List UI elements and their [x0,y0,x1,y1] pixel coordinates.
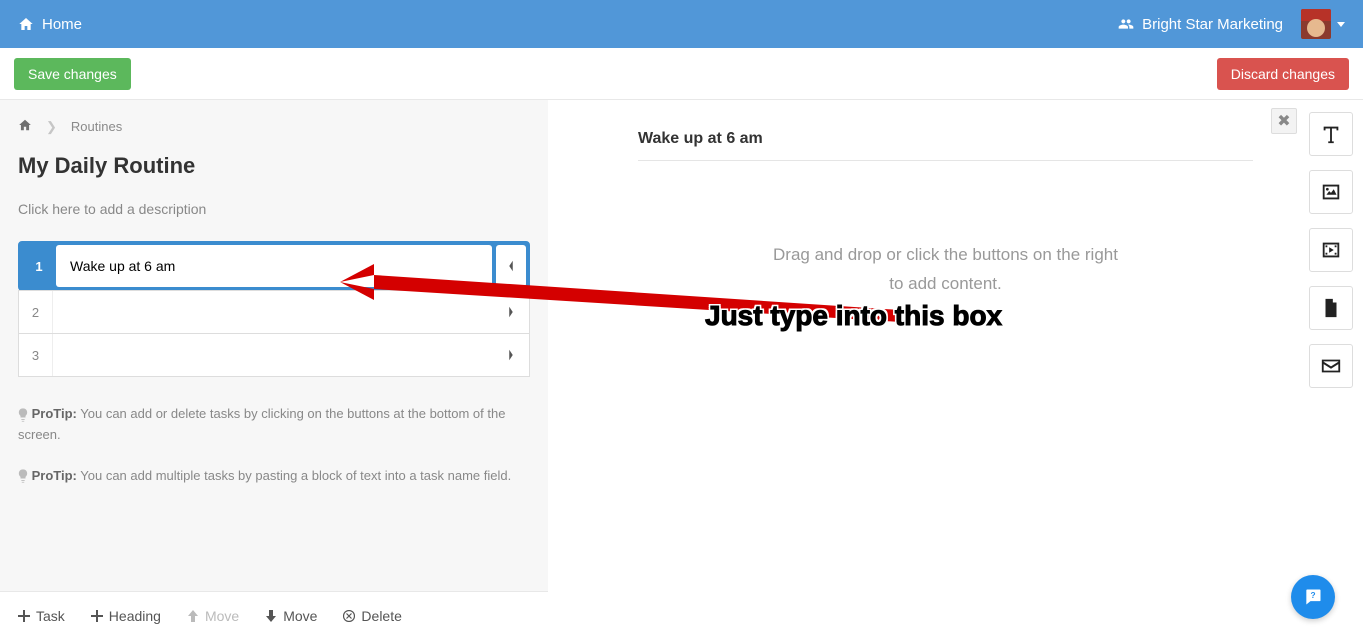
description-field[interactable]: Click here to add a description [18,201,530,217]
task-name-input[interactable] [67,304,479,320]
caret-down-icon [1337,22,1345,27]
protip-item: ProTip: You can add or delete tasks by c… [18,404,530,446]
top-nav: Home Bright Star Marketing [0,0,1363,48]
page-title[interactable]: My Daily Routine [18,153,530,179]
save-button[interactable]: Save changes [14,58,131,90]
task-row[interactable]: 1 [18,241,530,291]
chevron-right-icon [506,348,516,362]
delete-button[interactable]: Delete [343,608,401,624]
file-icon [1320,297,1342,319]
drop-hint: Drag and drop or click the buttons on th… [638,241,1253,299]
org-label: Bright Star Marketing [1142,16,1283,33]
breadcrumb-home[interactable] [18,118,32,135]
home-icon [18,118,32,132]
chevron-left-icon [506,259,516,273]
breadcrumb: ❯ Routines [18,118,530,135]
move-up-button[interactable]: Move [187,608,239,624]
task-list: 1 2 3 [18,241,530,377]
add-file-button[interactable] [1309,286,1353,330]
arrow-up-icon [187,610,199,622]
svg-text:?: ? [1310,590,1315,600]
task-row[interactable]: 2 [18,290,530,334]
delete-icon [343,610,355,622]
move-down-button[interactable]: Move [265,608,317,624]
lightbulb-icon [18,408,28,422]
envelope-icon [1320,355,1342,377]
chevron-right-icon [506,305,516,319]
plus-icon [18,610,30,622]
task-number: 3 [19,334,53,376]
home-icon [18,16,34,32]
task-expand-toggle[interactable] [493,291,529,333]
action-bar: Save changes Discard changes [0,48,1363,100]
close-icon: ✖ [1277,111,1290,131]
task-name-input[interactable] [70,258,478,274]
arrow-down-icon [265,610,277,622]
discard-button[interactable]: Discard changes [1217,58,1349,90]
content-type-toolbar [1309,112,1353,388]
task-toolbar: Task Heading Move Move Delete [0,591,548,639]
plus-icon [91,610,103,622]
image-icon [1320,181,1342,203]
chat-help-icon: ? [1303,587,1323,607]
task-row[interactable]: 3 [18,333,530,377]
add-email-button[interactable] [1309,344,1353,388]
protips: ProTip: You can add or delete tasks by c… [18,404,530,486]
task-collapse-toggle[interactable] [496,245,526,287]
close-panel-button[interactable]: ✖ [1271,108,1297,134]
help-button[interactable]: ? [1291,575,1335,619]
left-panel: ❯ Routines My Daily Routine Click here t… [0,100,548,639]
group-icon [1118,16,1134,32]
task-expand-toggle[interactable] [493,334,529,376]
breadcrumb-current: Routines [71,119,122,134]
add-task-button[interactable]: Task [18,608,65,624]
user-menu[interactable] [1301,9,1345,39]
text-icon [1320,123,1342,145]
home-link[interactable]: Home [18,16,82,33]
avatar [1301,9,1331,39]
org-link[interactable]: Bright Star Marketing [1118,16,1283,33]
task-number: 1 [22,245,56,287]
lightbulb-icon [18,469,28,483]
content-panel: ✖ Wake up at 6 am Drag and drop or click… [548,100,1363,639]
video-icon [1320,239,1342,261]
home-label: Home [42,16,82,33]
task-number: 2 [19,291,53,333]
task-name-input[interactable] [67,347,479,363]
add-heading-button[interactable]: Heading [91,608,161,624]
protip-item: ProTip: You can add multiple tasks by pa… [18,466,530,487]
add-image-button[interactable] [1309,170,1353,214]
add-video-button[interactable] [1309,228,1353,272]
add-text-button[interactable] [1309,112,1353,156]
content-title[interactable]: Wake up at 6 am [638,130,1253,161]
chevron-right-icon: ❯ [46,119,57,135]
